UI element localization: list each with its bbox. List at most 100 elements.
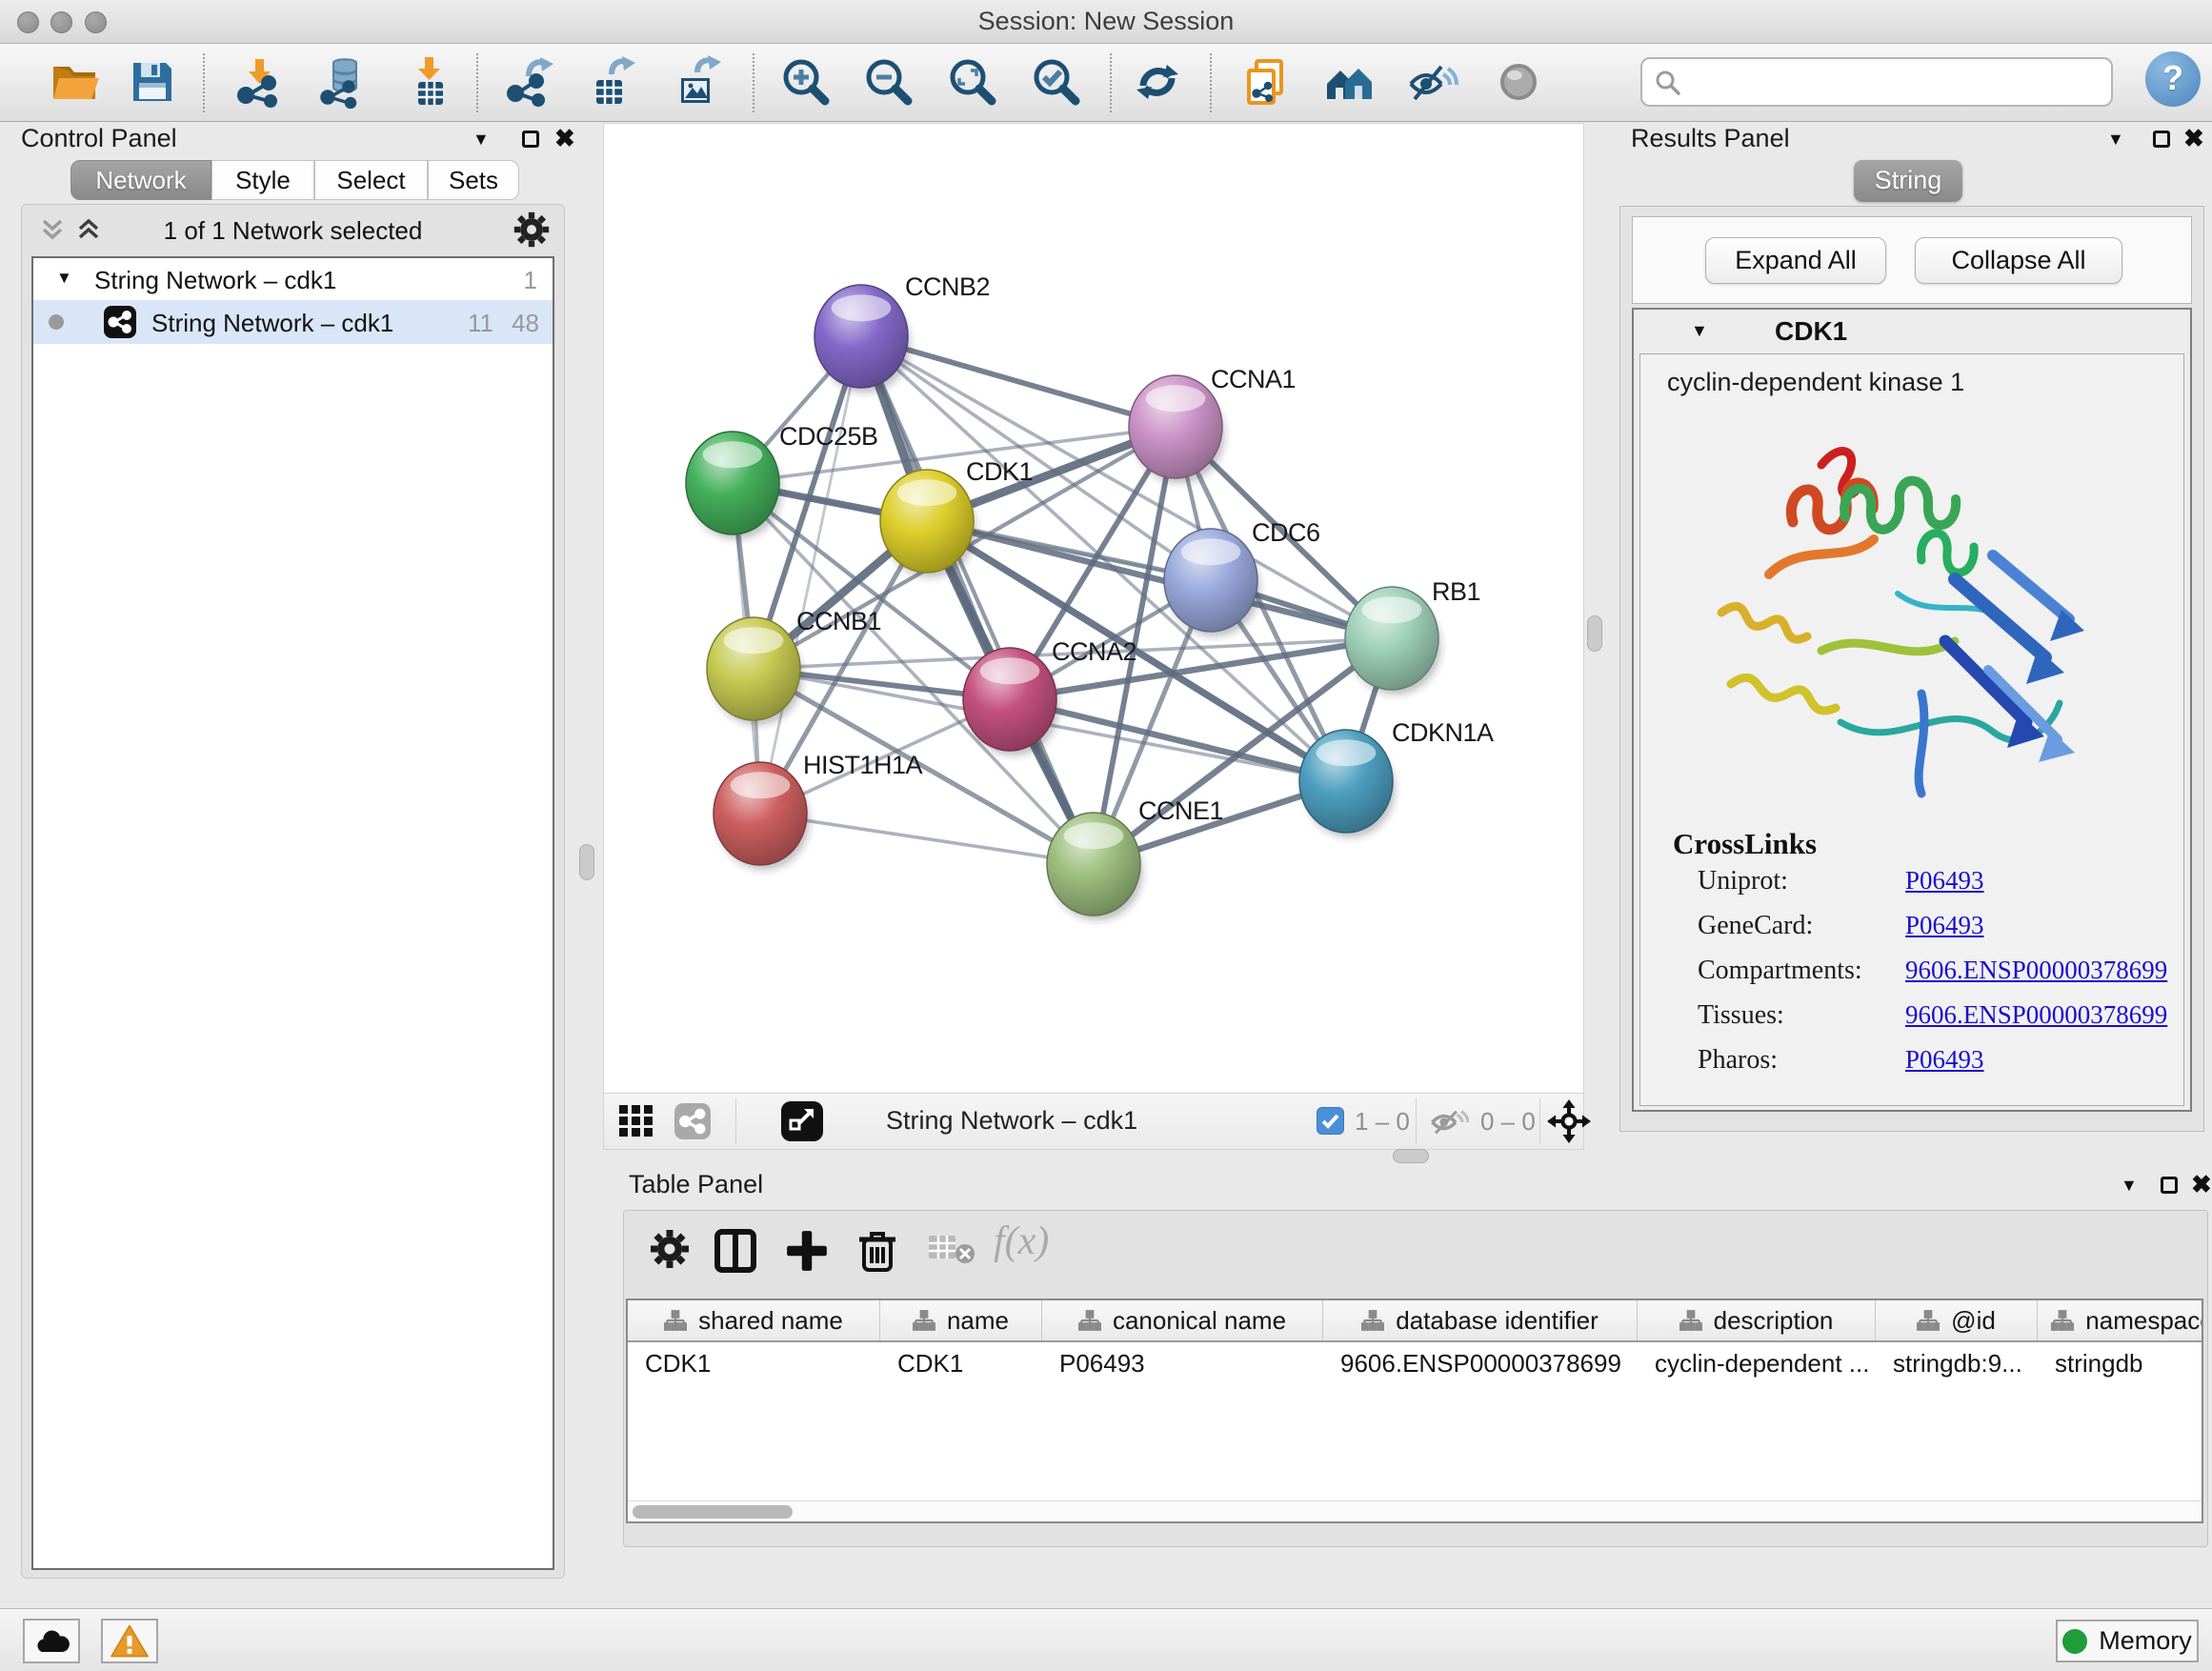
tab-string[interactable]: String [1854,160,1962,202]
export-table-icon[interactable] [583,55,636,109]
panel-float-icon[interactable] [2153,131,2170,148]
clone-network-icon[interactable] [1239,55,1293,109]
panel-close-icon[interactable]: ✖ [2183,126,2204,151]
splitter-handle-right[interactable] [1587,615,1602,652]
tab-network[interactable]: Network [70,160,211,200]
help-button[interactable]: ? [2145,51,2201,107]
panel-menu-icon[interactable]: ▼ [473,130,490,150]
warnings-button[interactable] [101,1619,158,1663]
zoom-out-icon[interactable] [861,55,915,109]
protein-details: cyclin-dependent kinase 1 [1639,353,2184,1106]
column-header-3[interactable]: database identifier [1323,1300,1638,1340]
expand-all-button[interactable]: Expand All [1705,237,1886,284]
horizontal-scrollbar[interactable] [628,1500,2202,1521]
warning-icon [110,1623,150,1660]
network-canvas[interactable]: CCNB2CCNA1CDC25BCDK1CDC6RB1CCNB1CCNA2CDK… [604,124,1583,1094]
table-row[interactable]: CDK1CDK1P064939606.ENSP00000378699cyclin… [628,1342,2202,1384]
splitter-handle-left[interactable] [579,844,594,880]
show-columns-icon[interactable] [714,1228,757,1274]
column-header-1[interactable]: name [880,1300,1042,1340]
string-view-icon[interactable] [674,1103,711,1139]
main-toolbar: ? [0,44,2212,122]
node-CCNB1[interactable]: CCNB1 [707,607,881,725]
import-network-database-icon[interactable] [316,55,370,109]
export-image-icon[interactable] [669,55,722,109]
import-table-file-icon[interactable] [402,55,455,109]
panel-menu-icon[interactable]: ▼ [2121,1176,2138,1196]
protein-section-header[interactable]: ▼ CDK1 [1634,310,2190,353]
panel-float-icon[interactable] [522,131,539,148]
zoom-selected-icon[interactable] [1029,55,1082,109]
edge-CDK1-RB1[interactable] [927,521,1392,638]
home-networks-icon[interactable] [1322,55,1376,109]
node-CDK1[interactable]: CDK1 [880,457,1033,577]
edge-CCNB2-HIST1H1A[interactable] [760,336,861,814]
add-column-icon[interactable] [784,1228,830,1274]
node-RB1[interactable]: RB1 [1339,577,1481,695]
edge-HIST1H1A-CCNE1[interactable] [760,814,1094,864]
node-CDC6[interactable]: CDC6 [1164,518,1320,636]
column-header-5[interactable]: @id [1876,1300,2038,1340]
zoom-fit-icon[interactable] [945,55,998,109]
crosslink-link[interactable]: P06493 [1905,866,1984,896]
table-panel-title: Table Panel [629,1170,763,1199]
tab-style[interactable]: Style [211,160,314,200]
column-header-0[interactable]: shared name [628,1300,880,1340]
crosslink-link[interactable]: 9606.ENSP00000378699 [1905,1000,2167,1030]
node-table: shared name namecanonical namedatabase id… [626,1299,2203,1523]
table-cell[interactable]: stringdb [2038,1349,2203,1379]
network-row-selected[interactable]: String Network – cdk1 11 48 [33,300,553,344]
gear-icon[interactable] [649,1228,691,1270]
scrollbar-thumb[interactable] [633,1505,793,1519]
hide-panel-icon[interactable] [1405,55,1458,109]
panel-menu-icon[interactable]: ▼ [2107,130,2124,150]
open-view-icon[interactable] [781,1101,823,1141]
column-type-icon [913,1310,935,1331]
search-input[interactable] [1640,57,2113,107]
node-CDKN1A[interactable]: CDKN1A [1299,718,1494,837]
table-cell[interactable]: stringdb:9... [1876,1349,2038,1379]
tree-expand-icon[interactable]: ▼ [56,269,72,288]
string-network-icon [104,306,136,338]
fit-content-icon[interactable] [1547,1099,1591,1143]
edge-count: 48 [512,309,539,338]
panel-close-icon[interactable]: ✖ [2191,1172,2212,1197]
refresh-icon[interactable] [1131,55,1184,109]
save-session-icon[interactable] [126,55,179,109]
column-header-6[interactable]: namespace [2038,1300,2203,1340]
export-network-icon[interactable] [502,55,555,109]
show-panel-icon[interactable] [1492,55,1545,109]
column-header-2[interactable]: canonical name [1042,1300,1323,1340]
tab-select[interactable]: Select [314,160,428,200]
cloud-button[interactable] [23,1619,80,1663]
section-collapse-icon[interactable]: ▼ [1691,321,1708,341]
memory-button[interactable]: Memory [2056,1620,2199,1662]
column-label: namespace [2085,1306,2203,1336]
selected-checkbox-icon[interactable] [1317,1107,1344,1135]
crosslink-link[interactable]: P06493 [1905,911,1984,940]
table-cell[interactable]: 9606.ENSP00000378699 [1323,1349,1638,1379]
network-collection-row[interactable]: ▼ String Network – cdk1 1 [33,258,553,300]
table-cell[interactable]: CDK1 [628,1349,880,1379]
gear-icon[interactable] [513,211,551,249]
node-HIST1H1A[interactable]: HIST1H1A [714,751,923,870]
import-network-file-icon[interactable] [232,55,286,109]
collapse-all-button[interactable]: Collapse All [1915,237,2122,284]
node-label-CCNB1: CCNB1 [796,607,881,635]
birds-eye-view-icon[interactable] [619,1105,654,1137]
delete-column-icon[interactable] [856,1228,898,1274]
node-label-CCNB2: CCNB2 [905,272,990,301]
table-cell[interactable]: P06493 [1042,1349,1323,1379]
node-CCNA1[interactable]: CCNA1 [1129,365,1296,483]
panel-close-icon[interactable]: ✖ [554,126,575,151]
crosslink-link[interactable]: 9606.ENSP00000378699 [1905,956,2167,985]
column-header-4[interactable]: description [1638,1300,1876,1340]
crosslink-link[interactable]: P06493 [1905,1045,1984,1075]
zoom-in-icon[interactable] [778,55,832,109]
table-cell[interactable]: cyclin-dependent ... [1638,1349,1876,1379]
panel-float-icon[interactable] [2161,1177,2178,1194]
column-label: shared name [698,1306,843,1336]
table-cell[interactable]: CDK1 [880,1349,1042,1379]
tab-sets[interactable]: Sets [428,160,519,200]
open-session-icon[interactable] [48,55,101,109]
